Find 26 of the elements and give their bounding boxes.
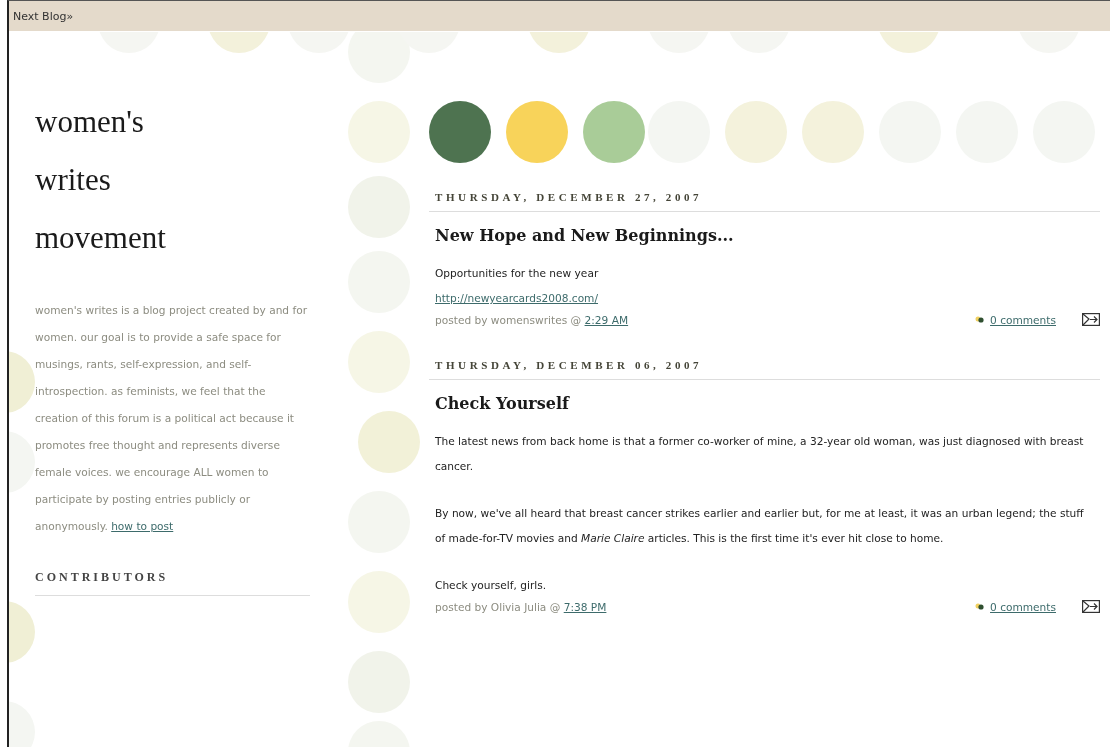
post-paragraph: By now, we've all heard that breast cancer strikes earlier and earlier but, for me at least, it was an urban legend; the stuff of made-for-TV movies and Marie Claire articles. This is the first time it's ever hit close to home.	[435, 506, 1085, 546]
post-paragraph: Check yourself, girls.	[435, 578, 548, 593]
how-to-post-link[interactable]: how to post	[111, 520, 174, 532]
blog-title: movement	[35, 219, 167, 257]
blog-title: women's	[35, 103, 145, 141]
blog-title: writes	[35, 161, 112, 199]
post-author: posted by womenswrites @	[435, 313, 582, 326]
section-heading: CONTRIBUTORS	[35, 570, 310, 596]
post-author: posted by Olivia Julia @	[435, 600, 561, 613]
post-paragraph: The latest news from back home is that a former co-worker of mine, a 32-year old woman, was just diagnosed with breast cancer.	[435, 434, 1085, 474]
post-link[interactable]: http://newyearcards2008.com/	[435, 292, 598, 304]
post-title: Check Yourself	[435, 394, 571, 413]
post-date: THURSDAY, DECEMBER 06, 2007	[429, 359, 1100, 380]
comments-link[interactable]: 0 comments	[990, 600, 1056, 613]
post-title: New Hope and New Beginnings...	[435, 226, 735, 245]
post-date: THURSDAY, DECEMBER 27, 2007	[429, 191, 1100, 212]
next-blog-link[interactable]: Next Blog»	[13, 9, 74, 23]
email-post-icon[interactable]	[1082, 313, 1100, 326]
comments-link[interactable]: 0 comments	[990, 313, 1056, 326]
comment-dots-icon	[975, 316, 985, 323]
post-time-link[interactable]: 7:38 PM	[563, 600, 607, 613]
blog-description: women's writes is a blog project created by and for women. our goal is to provide a safe space for musings, rants, self-expression, and self-introspection. as feminists, we feel that the creation of this forum is a political act because it promotes free thought and represents diverse female voices. we encourage ALL women to participate by posting entries publicly or anonymously. how to post	[35, 303, 309, 534]
post-time-link[interactable]: 2:29 AM	[584, 313, 629, 326]
post-paragraph: Opportunities for the new year	[435, 266, 600, 281]
comment-dots-icon	[975, 603, 985, 610]
email-post-icon[interactable]	[1082, 600, 1100, 613]
